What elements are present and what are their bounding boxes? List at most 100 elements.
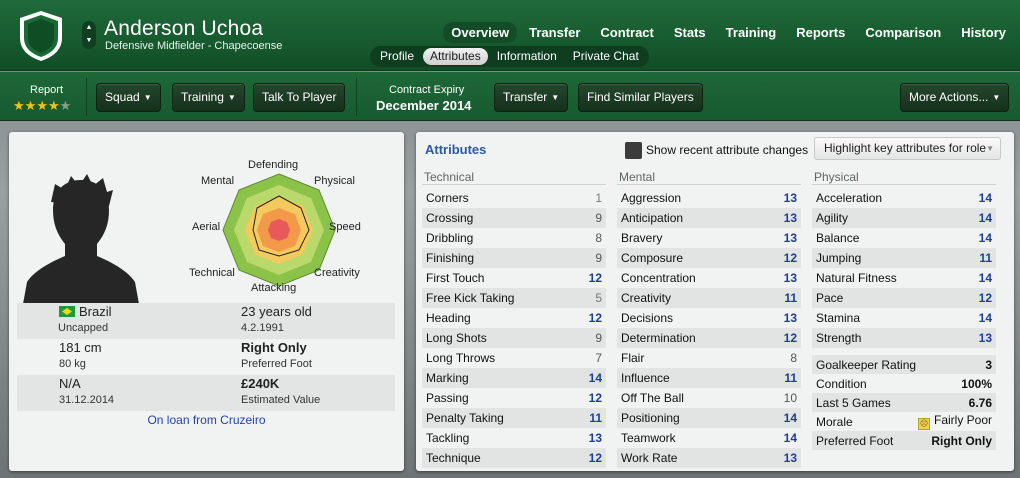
player-name: Anderson Uchoa (104, 17, 264, 40)
loan-link[interactable]: On loan from Cruzeiro (9, 413, 404, 427)
player-switch-arrows[interactable]: ▲ ▼ (82, 21, 96, 49)
nav-history[interactable]: History (953, 22, 1014, 43)
radar-label-defending: Defending (248, 159, 299, 171)
attribute-row[interactable]: Flair 8 (617, 348, 801, 368)
attribute-name: Passing (426, 391, 469, 405)
attribute-row[interactable]: Passing 12 (422, 388, 606, 408)
radar-label-attacking: Attacking (251, 282, 297, 294)
attribute-row[interactable]: Teamwork 14 (617, 428, 801, 448)
talk-to-player-button[interactable]: Talk To Player (253, 83, 346, 112)
attribute-row[interactable]: Pace 12 (812, 288, 996, 308)
attribute-name: Free Kick Taking (426, 291, 515, 305)
attribute-row[interactable]: Positioning 14 (617, 408, 801, 428)
club-crest-icon (20, 11, 62, 61)
attribute-row[interactable]: Creativity 11 (617, 288, 801, 308)
profile-panel: Defending Physical Speed Creativity Atta… (9, 132, 404, 471)
main-nav: Overview Transfer Contract Stats Trainin… (443, 22, 1014, 43)
attribute-row[interactable]: Tackling 13 (422, 428, 606, 448)
attribute-value: 14 (588, 371, 602, 385)
attribute-value: 14 (978, 311, 992, 325)
attribute-row[interactable]: Penalty Taking 11 (422, 408, 606, 428)
attribute-row[interactable]: Finishing 9 (422, 248, 606, 268)
attribute-name: Bravery (621, 231, 663, 245)
attribute-value: 12 (588, 311, 602, 325)
attribute-row[interactable]: Work Rate 13 (617, 448, 801, 468)
radar-label-physical: Physical (314, 175, 355, 187)
squad-button[interactable]: Squad ▼ (96, 83, 161, 112)
attribute-row[interactable]: Corners 1 (422, 188, 606, 208)
attribute-row[interactable]: Crossing 9 (422, 208, 606, 228)
subnav-information[interactable]: Information (490, 48, 564, 65)
attribute-row[interactable]: Acceleration 14 (812, 188, 996, 208)
attribute-name: Crossing (426, 211, 474, 225)
show-changes-label[interactable]: Show recent attribute changes (646, 143, 808, 157)
attribute-name: Determination (621, 331, 696, 345)
attribute-name: Technique (426, 451, 481, 465)
attribute-value: 9 (595, 331, 602, 345)
attribute-value: 11 (979, 251, 992, 265)
nav-comparison[interactable]: Comparison (857, 22, 949, 43)
find-similar-players-button[interactable]: Find Similar Players (578, 83, 703, 112)
attribute-row[interactable]: Composure 12 (617, 248, 801, 268)
attribute-row[interactable]: Bravery 13 (617, 228, 801, 248)
attribute-row[interactable]: Aggression 13 (617, 188, 801, 208)
info-row: Last 5 Games 6.76 (812, 393, 996, 412)
attribute-value: 9 (595, 211, 602, 225)
radar-labels: Defending Physical Speed Creativity Atta… (9, 132, 404, 312)
info-row: Brazil Uncapped 23 years old 4.2.1991 (17, 303, 395, 339)
attribute-row[interactable]: Decisions 13 (617, 308, 801, 328)
subnav-attributes[interactable]: Attributes (423, 48, 488, 65)
attribute-row[interactable]: Long Shots 9 (422, 328, 606, 348)
attribute-value: 13 (783, 311, 797, 325)
attribute-row[interactable]: Stamina 14 (812, 308, 996, 328)
more-actions-button[interactable]: More Actions... ▼ (900, 83, 1010, 112)
preferred-foot-value: Right Only (241, 340, 307, 355)
nav-training[interactable]: Training (718, 22, 785, 43)
attribute-name: Natural Fitness (816, 271, 897, 285)
subnav-private-chat[interactable]: Private Chat (566, 48, 646, 65)
attribute-row[interactable]: Marking 14 (422, 368, 606, 388)
attribute-row[interactable]: Free Kick Taking 5 (422, 288, 606, 308)
nav-contract[interactable]: Contract (592, 22, 661, 43)
nav-transfer[interactable]: Transfer (521, 22, 588, 43)
profile-info-grid: Brazil Uncapped 23 years old 4.2.1991 18… (17, 303, 395, 411)
transfer-button[interactable]: Transfer ▼ (494, 83, 569, 112)
attribute-row[interactable]: Influence 11 (617, 368, 801, 388)
attribute-value: 12 (588, 391, 602, 405)
attribute-row[interactable]: Strength 13 (812, 328, 996, 348)
preferred-foot-label: Preferred Foot (241, 358, 312, 370)
physical-header: Physical (812, 170, 996, 185)
attribute-row[interactable]: Agility 14 (812, 208, 996, 228)
nav-stats[interactable]: Stats (666, 22, 714, 43)
action-toolbar: Report ★★★★★ Squad ▼ Training ▼ Talk To Pl… (0, 72, 1020, 121)
attribute-name: Penalty Taking (426, 411, 504, 425)
highlight-role-dropdown[interactable]: Highlight key attributes for role ▼ (814, 137, 1001, 160)
star-icon: ★ (47, 98, 60, 113)
attribute-row[interactable]: Heading 12 (422, 308, 606, 328)
training-button[interactable]: Training ▼ (172, 83, 245, 112)
chevron-down-icon: ▼ (986, 144, 994, 153)
attribute-row[interactable]: Jumping 11 (812, 248, 996, 268)
attribute-row[interactable]: Determination 12 (617, 328, 801, 348)
info-value-wrap: 3 (985, 358, 992, 372)
attribute-row[interactable]: Off The Ball 10 (617, 388, 801, 408)
attribute-name: Off The Ball (621, 391, 684, 405)
show-changes-checkbox[interactable] (625, 142, 642, 159)
attribute-name: Corners (426, 191, 469, 205)
attribute-name: Acceleration (816, 191, 883, 205)
nav-reports[interactable]: Reports (788, 22, 853, 43)
attribute-row[interactable]: Long Throws 7 (422, 348, 606, 368)
attribute-row[interactable]: Concentration 13 (617, 268, 801, 288)
nav-overview[interactable]: Overview (443, 22, 518, 43)
estimated-value: £240K (241, 376, 280, 391)
nationality-label: Brazil (79, 304, 112, 319)
attribute-row[interactable]: Natural Fitness 14 (812, 268, 996, 288)
attribute-row[interactable]: Dribbling 8 (422, 228, 606, 248)
attribute-row[interactable]: Technique 12 (422, 448, 606, 468)
attribute-name: Influence (621, 371, 670, 385)
attribute-row[interactable]: Anticipation 13 (617, 208, 801, 228)
attribute-row[interactable]: First Touch 12 (422, 268, 606, 288)
subnav-profile[interactable]: Profile (373, 48, 421, 65)
weight: 80 kg (59, 358, 86, 370)
attribute-row[interactable]: Balance 14 (812, 228, 996, 248)
